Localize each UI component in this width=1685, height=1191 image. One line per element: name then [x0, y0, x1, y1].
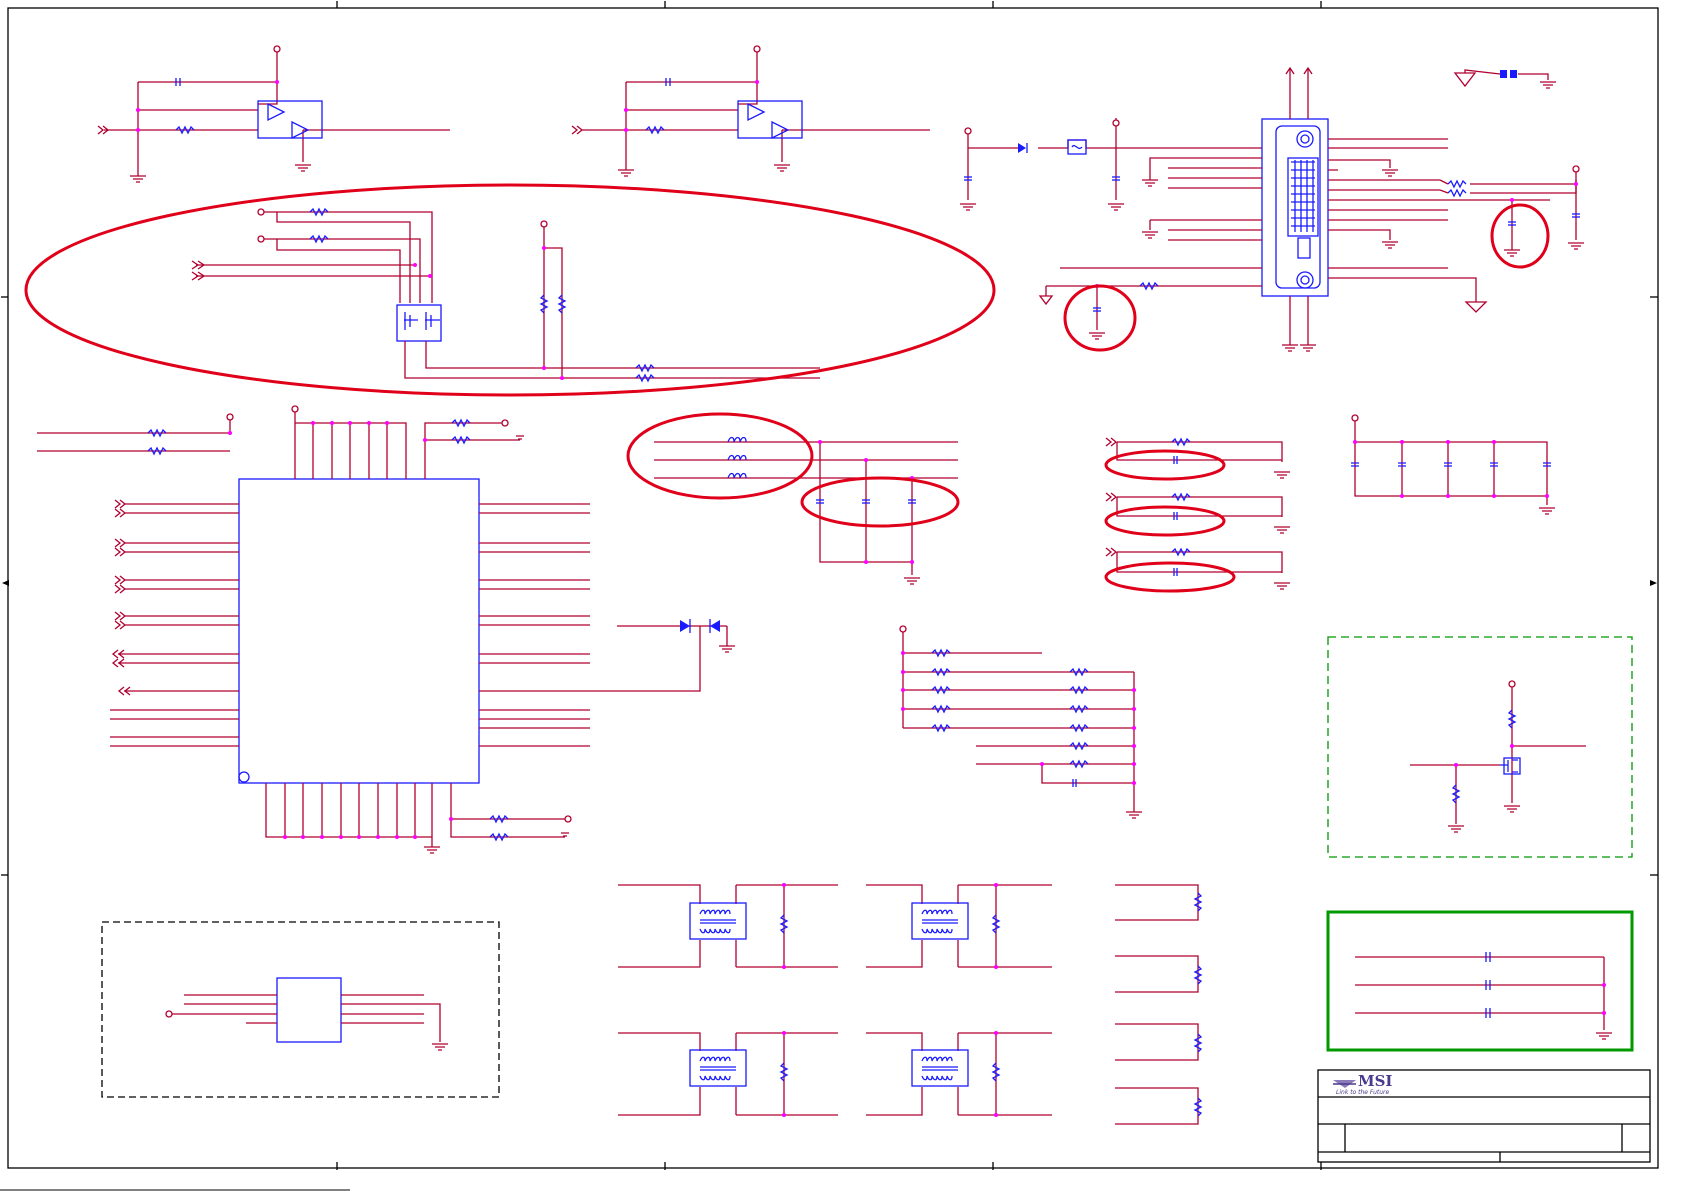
schematic-sheet: MSI Link to the Future	[0, 1, 1659, 1191]
transformer-2	[866, 883, 1052, 969]
highlight-ellipse-rc-3	[1104, 561, 1236, 593]
highlight-ellipse-level-shifter	[24, 183, 996, 397]
termination-resistors	[1115, 884, 1203, 1125]
msi-logo: MSI Link to the Future	[1333, 1072, 1392, 1096]
decoupling-cap-bank	[1351, 414, 1555, 515]
highlight-ellipse-filter-caps	[800, 476, 960, 528]
title-block: MSI Link to the Future	[1317, 1069, 1651, 1163]
highlight-ellipse-ferrite	[626, 412, 814, 500]
highlight-ellipse-rc-1	[1104, 449, 1226, 481]
resistor-ladder	[899, 625, 1142, 819]
logo-brand: MSI	[1358, 1072, 1392, 1090]
highlight-ellipse-dvi-cap-left	[1063, 284, 1137, 352]
green-dashed-mosfet-box	[1327, 636, 1633, 858]
logo-tagline: Link to the Future	[1336, 1089, 1390, 1096]
dvi-connector-block	[960, 66, 1584, 352]
opamp-block-left	[97, 45, 450, 183]
transformer-3	[618, 1031, 838, 1117]
transformer-group	[618, 883, 1052, 1117]
main-ic-block	[37, 405, 735, 854]
highlight-ellipse-rc-2	[1104, 505, 1226, 537]
transformer-1	[618, 883, 838, 969]
transformer-4	[866, 1031, 1052, 1117]
highlight-ellipse-dvi-cap-right	[1490, 203, 1550, 269]
opamp-block-center	[571, 45, 930, 177]
mosfet-level-shifter	[191, 207, 820, 383]
green-solid-coupling-box	[1326, 910, 1634, 1052]
dashed-eeprom-box	[101, 921, 500, 1098]
